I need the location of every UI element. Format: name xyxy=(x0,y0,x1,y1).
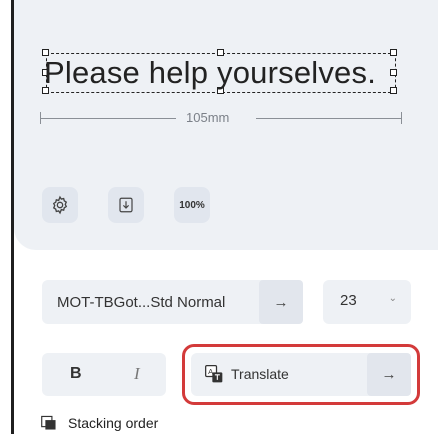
download-icon xyxy=(119,197,133,213)
arrow-right-icon: → xyxy=(273,293,289,311)
translate-button[interactable]: A Translate → xyxy=(191,353,411,396)
dimension-label: 105mm xyxy=(186,110,230,125)
settings-button[interactable] xyxy=(42,187,78,223)
chevron-down-icon: ⌄ xyxy=(388,293,397,304)
resize-handle-bottom-right[interactable] xyxy=(390,87,397,94)
layers-icon xyxy=(41,415,56,430)
font-apply-button[interactable]: → xyxy=(259,280,303,324)
translate-label: Translate xyxy=(231,366,289,382)
translate-apply-button[interactable]: → xyxy=(367,353,411,396)
text-style-group: B I xyxy=(42,353,166,396)
download-button[interactable] xyxy=(108,187,144,223)
font-size-value: 23 xyxy=(340,292,357,309)
preview-text[interactable]: Please help yourselves. xyxy=(44,53,376,93)
dimension-cap-right xyxy=(401,112,402,124)
stacking-order-row[interactable]: Stacking order xyxy=(40,415,158,431)
gear-icon xyxy=(52,195,68,215)
dimension-line-right xyxy=(256,118,402,119)
italic-button[interactable]: I xyxy=(134,364,140,384)
zoom-label: 100% xyxy=(179,199,205,211)
bold-button[interactable]: B xyxy=(70,365,82,383)
translate-icon: A xyxy=(205,365,223,383)
zoom-button[interactable]: 100% xyxy=(174,187,210,223)
font-size-select[interactable]: 23 ⌄ xyxy=(323,280,411,324)
resize-handle-right[interactable] xyxy=(390,69,397,76)
dimension-line-left xyxy=(40,118,176,119)
stacking-order-label: Stacking order xyxy=(68,415,159,431)
font-family-value: MOT-TBGot...Std Normal xyxy=(57,293,226,311)
resize-handle-top-right[interactable] xyxy=(390,49,397,56)
arrow-right-icon: → xyxy=(381,366,397,383)
